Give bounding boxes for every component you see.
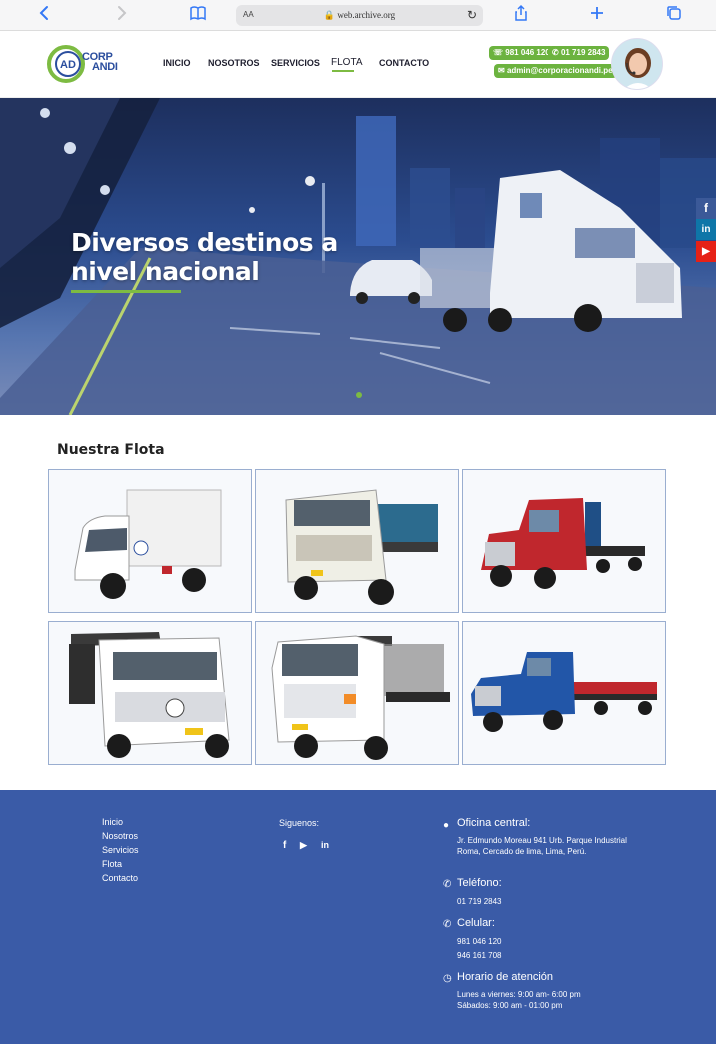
footer-youtube-icon[interactable]: ▶ (300, 840, 307, 851)
hero-accent-line (71, 290, 181, 293)
youtube-side-icon[interactable]: ▶ (696, 241, 716, 262)
bookmarks-icon[interactable] (187, 4, 209, 26)
fleet-section-title: Nuestra Flota (57, 442, 165, 455)
nav-contacto[interactable]: CONTACTO (379, 58, 429, 68)
email-pill[interactable]: ✉ admin@corporacionandi.pe (494, 64, 617, 78)
phone-icon: ✆ (552, 48, 559, 57)
footer-link-flota[interactable]: Flota (102, 859, 122, 869)
red-semi-truck-image (463, 470, 665, 612)
hours-weekdays: Lunes a viernes: 9:00 am- 6:00 pm (457, 990, 581, 999)
fleet-tile-5[interactable] (255, 621, 459, 765)
hero-title-line1: Diversos destinos a (71, 228, 338, 257)
fleet-tile-2[interactable] (255, 469, 459, 613)
new-tab-icon[interactable] (586, 4, 608, 26)
office-title: Oficina central: (457, 817, 531, 829)
box-truck-image (49, 470, 251, 612)
site-header: AD CORP ANDI INICIO NOSOTROS SERVICIOS F… (0, 31, 716, 98)
whatsapp-pill[interactable]: ☏ 981 046 120 (489, 46, 554, 60)
fleet-tile-1[interactable] (48, 469, 252, 613)
site-footer: Inicio Nosotros Servicios Flota Contacto… (0, 790, 716, 1044)
crane-truck-image (49, 622, 251, 764)
footer-facebook-icon[interactable]: f (283, 840, 286, 851)
hero-title-line2: nivel nacional (71, 257, 260, 286)
logo-line2: ANDI (92, 61, 118, 73)
lock-icon: 🔒 (323, 10, 336, 20)
mobile-icon: ✆ (443, 919, 452, 930)
hours-title: Horario de atención (457, 971, 554, 983)
back-icon[interactable] (34, 4, 56, 26)
svg-text:AD: AD (60, 59, 76, 71)
active-nav-indicator (332, 70, 354, 72)
whatsapp-icon: ☏ (493, 48, 504, 57)
hino-crane-truck-image (256, 622, 458, 764)
mail-icon: ✉ (498, 66, 505, 75)
fleet-tile-6[interactable] (462, 621, 666, 765)
browser-toolbar: AA 🔒 web.archive.org ↻ (0, 0, 716, 31)
logo-wordmark: CORP ANDI (82, 52, 118, 73)
footer-link-nosotros[interactable]: Nosotros (102, 831, 138, 841)
location-pin-icon: ● (443, 820, 450, 831)
mobile-value-1: 981 046 120 (457, 937, 502, 946)
phone-icon: ✆ (443, 879, 452, 890)
share-icon[interactable] (510, 4, 532, 26)
clock-icon: ◷ (443, 973, 452, 984)
follow-label: Siguenos: (279, 818, 320, 828)
email-address: admin@corporacionandi.pe (506, 66, 613, 75)
footer-link-contacto[interactable]: Contacto (102, 873, 138, 883)
footer-link-inicio[interactable]: Inicio (102, 817, 123, 827)
phone-value: 01 719 2843 (457, 897, 502, 906)
phone-number: 01 719 2843 (560, 48, 606, 57)
logo-mark-icon: AD (47, 45, 85, 83)
url-label: web.archive.org (337, 10, 396, 20)
mobile-value-2: 946 161 708 (457, 951, 502, 960)
nav-servicios[interactable]: SERVICIOS (271, 58, 320, 68)
hero-banner: Diversos destinos a nivel nacional f in … (0, 98, 716, 415)
nav-inicio[interactable]: INICIO (163, 58, 191, 68)
mobile-title: Celular: (457, 917, 495, 929)
footer-link-servicios[interactable]: Servicios (102, 845, 139, 855)
facebook-side-icon[interactable]: f (696, 198, 716, 219)
fleet-tile-4[interactable] (48, 621, 252, 765)
hours-saturday: Sábados: 9:00 am - 01:00 pm (457, 1001, 563, 1010)
blue-semi-truck-image (463, 622, 665, 764)
support-agent-avatar (611, 38, 663, 90)
tabs-icon[interactable] (663, 4, 685, 26)
hero-title: Diversos destinos a nivel nacional (71, 228, 338, 286)
flatbed-truck-image (256, 470, 458, 612)
address-bar[interactable]: AA 🔒 web.archive.org ↻ (236, 5, 483, 26)
footer-linkedin-icon[interactable]: in (321, 840, 329, 850)
reload-icon[interactable]: ↻ (467, 8, 477, 22)
phone-pill[interactable]: ✆ 01 719 2843 (548, 46, 610, 60)
whatsapp-number: 981 046 120 (505, 48, 550, 57)
linkedin-side-icon[interactable]: in (696, 219, 716, 240)
phone-title: Teléfono: (457, 877, 502, 889)
slider-dot[interactable] (356, 392, 362, 398)
forward-icon[interactable] (110, 4, 132, 26)
url-text: 🔒 web.archive.org (236, 10, 483, 21)
fleet-tile-3[interactable] (462, 469, 666, 613)
nav-nosotros[interactable]: NOSOTROS (208, 58, 260, 68)
office-address: Jr. Edmundo Moreau 941 Urb. Parque Indus… (457, 836, 627, 856)
nav-flota[interactable]: FLOTA (331, 57, 362, 68)
